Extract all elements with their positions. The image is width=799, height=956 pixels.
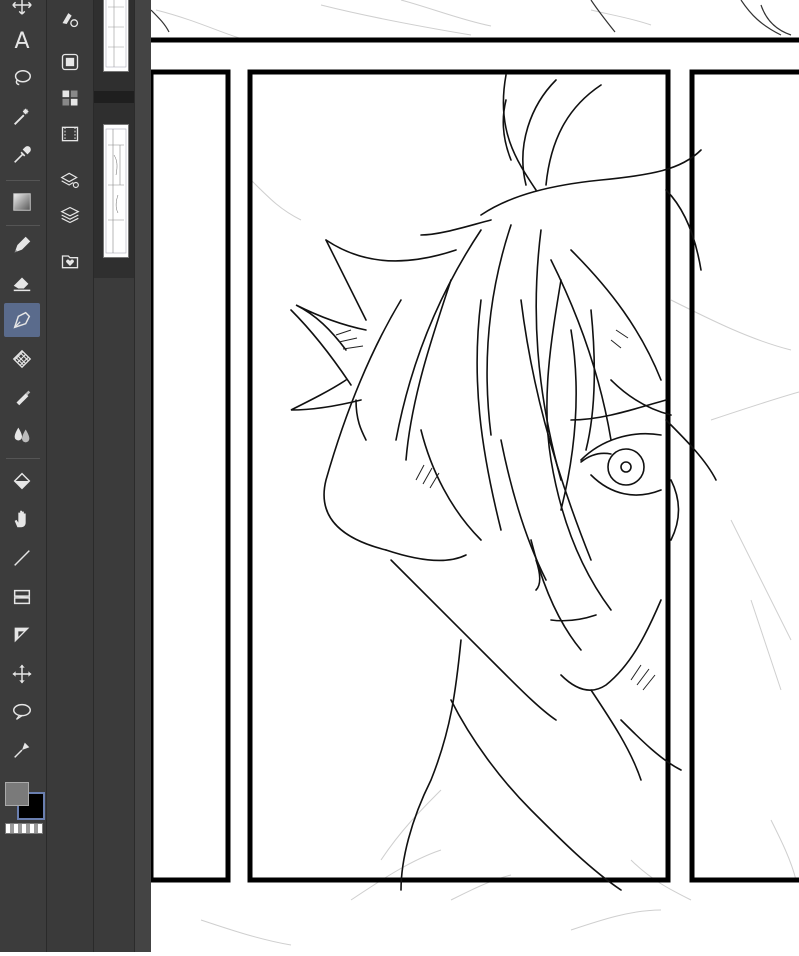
- tool-move-layer[interactable]: [4, 0, 40, 22]
- tool-ruler[interactable]: [4, 618, 40, 652]
- layer-property-icon: [61, 53, 79, 71]
- tool-figure[interactable]: [4, 541, 40, 575]
- correct-line-icon: [14, 742, 30, 758]
- tool-decoration[interactable]: [4, 342, 40, 376]
- tool-object[interactable]: [4, 657, 40, 691]
- page-thumbnail[interactable]: [103, 0, 129, 72]
- frame-border-icon: [13, 589, 31, 605]
- move-arrows-icon: [12, 0, 32, 15]
- fill-bucket-icon: [13, 472, 31, 490]
- blend-drops-icon: [14, 427, 30, 443]
- ruler-icon: [14, 627, 30, 643]
- tool-eyedropper[interactable]: [4, 138, 40, 172]
- tool-lasso-select[interactable]: [4, 62, 40, 96]
- magic-wand-icon: [14, 108, 29, 125]
- gradient-icon: [13, 193, 31, 211]
- material-icon: [61, 255, 79, 269]
- tool-airbrush[interactable]: [4, 380, 40, 414]
- page-thumbnail-column: [94, 0, 134, 952]
- speech-balloon-icon: [13, 703, 31, 720]
- canvas[interactable]: [148, 0, 799, 952]
- panel-scrollbar[interactable]: [134, 0, 152, 952]
- tool-correct-line[interactable]: [4, 733, 40, 767]
- tool-fill[interactable]: [4, 464, 40, 498]
- tool-hand[interactable]: [4, 502, 40, 536]
- tool-pen[interactable]: [4, 303, 40, 337]
- pen-settings-button[interactable]: [55, 4, 85, 34]
- layers-icon: [60, 206, 80, 224]
- layer-search-icon: [60, 172, 79, 189]
- pen-settings-icon: [62, 13, 79, 28]
- layer-property-button[interactable]: [55, 47, 85, 77]
- lasso-icon: [14, 70, 31, 86]
- page-thumbnail[interactable]: [103, 124, 129, 258]
- main-color-swatch[interactable]: [5, 782, 29, 806]
- text-icon: A: [14, 28, 30, 54]
- pattern-icon: [12, 349, 32, 369]
- color-set-icon: [62, 90, 78, 106]
- tool-eraser[interactable]: [4, 266, 40, 300]
- material-button[interactable]: [55, 246, 85, 276]
- tool-frame-border[interactable]: [4, 580, 40, 614]
- tool-auto-select[interactable]: [4, 100, 40, 134]
- layer-search-button[interactable]: [55, 165, 85, 195]
- airbrush-icon: [16, 390, 31, 406]
- object-move-icon: [12, 664, 32, 684]
- transparent-color-swatch[interactable]: [5, 823, 43, 834]
- tool-blend[interactable]: [4, 418, 40, 452]
- pen-nib-icon: [13, 311, 31, 329]
- tool-gradient[interactable]: [4, 185, 40, 219]
- manga-page-artwork: [148, 0, 799, 946]
- animation-timeline-button[interactable]: [55, 119, 85, 149]
- hand-icon: [14, 510, 26, 528]
- tool-pencil[interactable]: [4, 228, 40, 262]
- page-thumbnail-preview: [105, 128, 127, 254]
- tool-bar: A: [0, 0, 47, 952]
- page-thumbnail-preview: [105, 0, 127, 68]
- color-set-button[interactable]: [55, 83, 85, 113]
- eraser-icon: [13, 277, 31, 292]
- tool-balloon[interactable]: [4, 695, 40, 729]
- animation-timeline-icon: [61, 126, 79, 142]
- pencil-icon: [14, 236, 31, 253]
- eyedropper-icon: [14, 146, 31, 163]
- line-icon: [14, 550, 30, 566]
- layers-button[interactable]: [55, 200, 85, 230]
- tool-text[interactable]: A: [4, 24, 40, 58]
- panel-icon-column: [47, 0, 94, 952]
